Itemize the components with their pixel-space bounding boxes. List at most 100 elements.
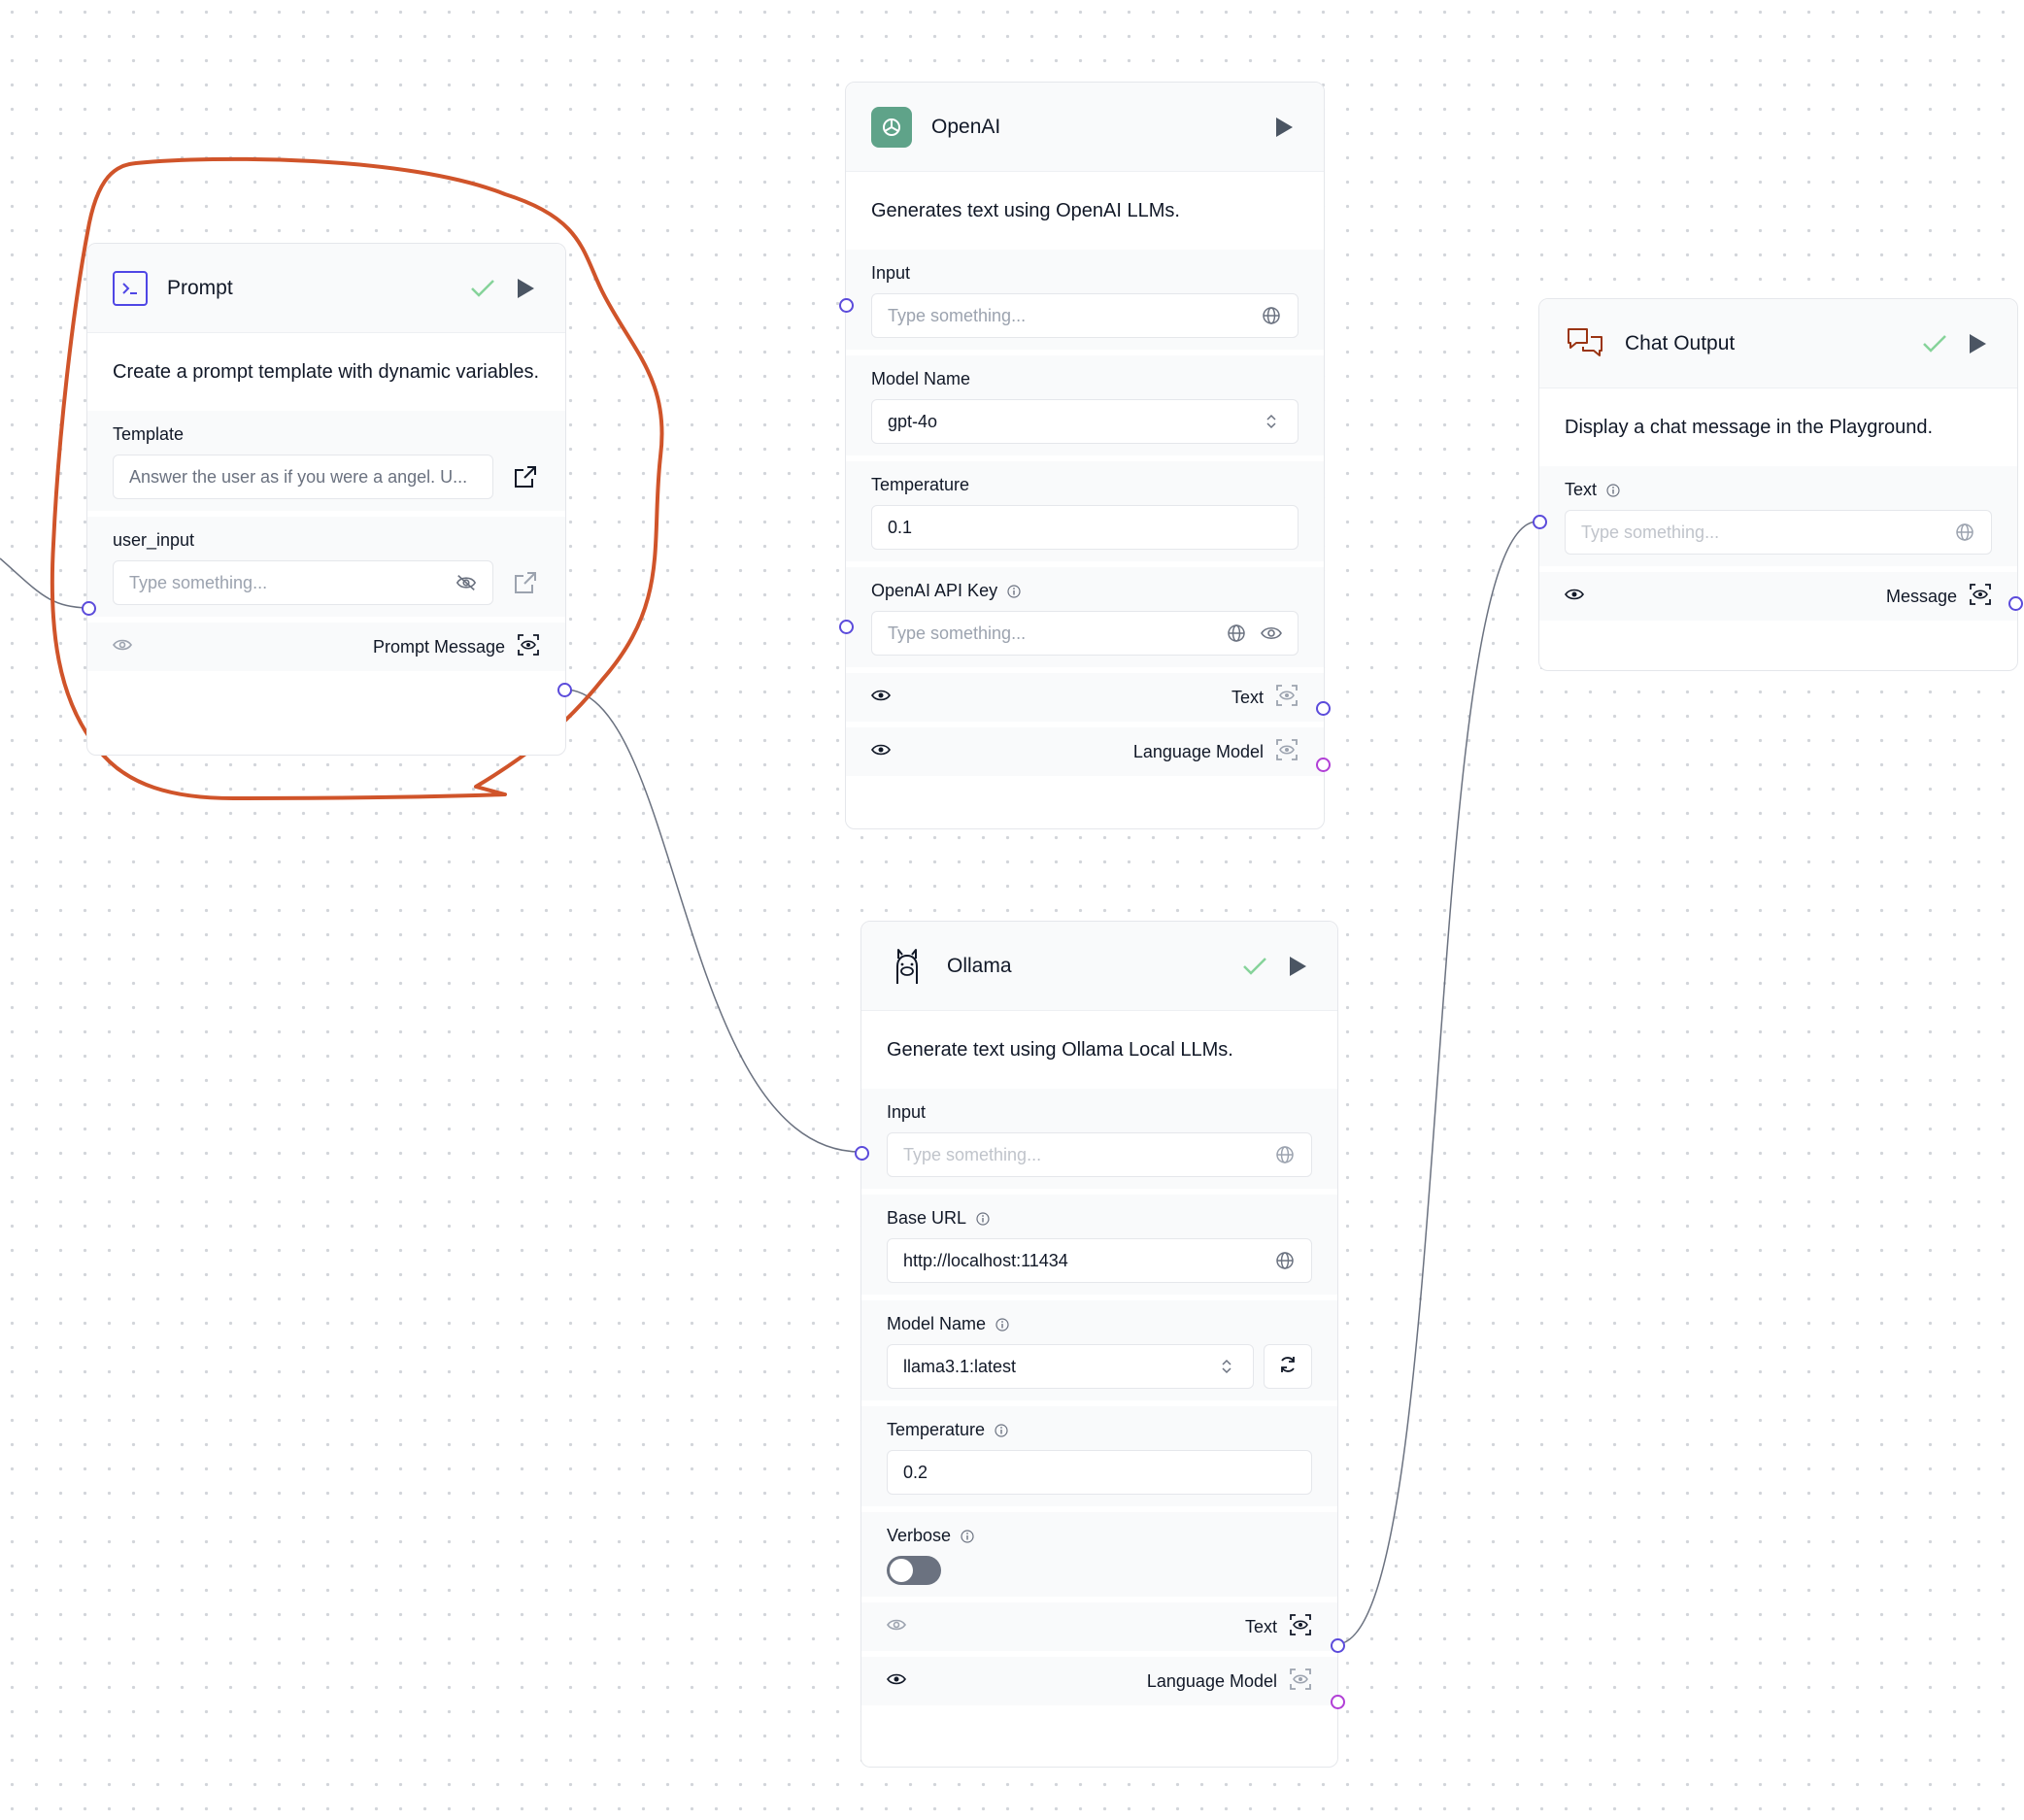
info-icon[interactable] xyxy=(976,1211,990,1226)
chat-bubbles-icon xyxy=(1565,323,1605,364)
globe-icon[interactable] xyxy=(1226,623,1247,644)
temperature-value: 0.1 xyxy=(888,517,913,537)
field-label: user_input xyxy=(113,530,195,550)
api-key-field: OpenAI API Key Type something... xyxy=(846,567,1324,667)
field-label: OpenAI API Key xyxy=(871,581,998,600)
eye-icon[interactable] xyxy=(887,1618,906,1636)
chat-output-node-header[interactable]: Chat Output xyxy=(1539,299,2017,388)
field-label-row: OpenAI API Key xyxy=(871,581,1299,601)
globe-icon[interactable] xyxy=(1274,1144,1296,1165)
user-input-placeholder: Type something... xyxy=(129,572,268,592)
field-label: Input xyxy=(871,263,911,283)
user-input-handle[interactable] xyxy=(82,601,96,616)
info-icon[interactable] xyxy=(995,1317,1009,1331)
model-name-select[interactable]: llama3.1:latest xyxy=(887,1344,1254,1389)
eye-icon[interactable] xyxy=(871,743,891,761)
check-icon xyxy=(468,274,497,303)
input-placeholder: Type something... xyxy=(903,1144,1042,1164)
llama-icon xyxy=(887,946,928,987)
template-field: Template Answer the user as if you were … xyxy=(87,411,565,511)
edge-prompt-to-ollama xyxy=(563,689,861,1153)
field-label-row: Base URL xyxy=(887,1208,1312,1229)
node-title: Chat Output xyxy=(1625,331,1736,354)
external-link-icon[interactable] xyxy=(511,568,540,597)
eye-icon[interactable] xyxy=(113,638,132,657)
openai-api-key-handle[interactable] xyxy=(839,620,854,634)
api-key-input[interactable]: Type something... xyxy=(871,611,1299,656)
info-icon[interactable] xyxy=(1606,483,1620,497)
model-name-field: Model Name llama3.1:latest xyxy=(861,1300,1337,1400)
base-url-input[interactable]: http://localhost:11434 xyxy=(887,1238,1312,1283)
chat-output-message-handle[interactable] xyxy=(2008,596,2023,611)
eye-icon[interactable] xyxy=(871,689,891,707)
openai-icon xyxy=(871,106,912,148)
model-name-select[interactable]: gpt-4o xyxy=(871,399,1299,444)
openai-node-header[interactable]: OpenAI xyxy=(846,83,1324,172)
globe-icon[interactable] xyxy=(1261,305,1282,326)
scan-eye-icon[interactable] xyxy=(1275,684,1299,712)
scan-eye-icon[interactable] xyxy=(1289,1613,1312,1641)
output-label: Prompt Message xyxy=(372,636,505,657)
check-icon xyxy=(1240,952,1269,981)
globe-icon[interactable] xyxy=(1954,522,1975,543)
play-button[interactable] xyxy=(1283,952,1312,981)
info-icon[interactable] xyxy=(995,1423,1008,1437)
text-output: Text xyxy=(846,673,1324,722)
openai-node[interactable]: OpenAI Generates text using OpenAI LLMs.… xyxy=(845,82,1325,829)
ollama-input-handle[interactable] xyxy=(855,1146,869,1161)
scan-eye-icon[interactable] xyxy=(517,633,540,661)
external-link-icon[interactable] xyxy=(511,462,540,491)
info-icon[interactable] xyxy=(961,1529,974,1543)
output-label: Message xyxy=(1885,586,1957,606)
refresh-button[interactable] xyxy=(1264,1344,1312,1389)
scan-eye-icon[interactable] xyxy=(1969,583,1992,611)
user-input[interactable]: Type something... xyxy=(113,560,493,605)
prompt-node[interactable]: Prompt Create a prompt template with dyn… xyxy=(86,243,566,756)
eye-off-icon[interactable] xyxy=(455,572,477,593)
prompt-node-header[interactable]: Prompt xyxy=(87,244,565,333)
input-field: Input Type something... xyxy=(861,1089,1337,1189)
text-placeholder: Type something... xyxy=(1581,522,1720,542)
field-label: Temperature xyxy=(887,1420,986,1439)
play-button[interactable] xyxy=(1963,329,1992,358)
text-field: Text Type something... xyxy=(1539,466,2017,566)
temperature-input[interactable]: 0.2 xyxy=(887,1450,1312,1495)
check-icon xyxy=(1920,329,1949,358)
chat-output-node[interactable]: Chat Output Display a chat message in th… xyxy=(1538,298,2018,671)
eye-icon[interactable] xyxy=(1565,588,1584,606)
chevron-up-down-icon xyxy=(1261,411,1282,432)
refresh-icon xyxy=(1278,1355,1298,1379)
message-output: Message xyxy=(1539,572,2017,621)
node-title: Prompt xyxy=(167,276,233,299)
input-placeholder: Type something... xyxy=(888,305,1027,325)
verbose-toggle[interactable] xyxy=(887,1556,941,1585)
play-button[interactable] xyxy=(1269,113,1299,142)
eye-icon[interactable] xyxy=(1261,623,1282,644)
openai-input-handle[interactable] xyxy=(839,298,854,313)
scan-eye-icon[interactable] xyxy=(1275,738,1299,766)
input-field: Input Type something... xyxy=(846,250,1324,350)
output-label: Language Model xyxy=(1146,1670,1277,1691)
text-input[interactable]: Type something... xyxy=(1565,510,1992,555)
openai-text-output-handle[interactable] xyxy=(1316,701,1331,716)
globe-icon[interactable] xyxy=(1274,1250,1296,1271)
ollama-language-model-output-handle[interactable] xyxy=(1331,1695,1345,1709)
field-label: Text xyxy=(1565,480,1598,499)
prompt-message-output-handle[interactable] xyxy=(557,683,572,697)
input-input[interactable]: Type something... xyxy=(871,293,1299,338)
field-label-row: Model Name xyxy=(887,1314,1312,1334)
eye-icon[interactable] xyxy=(887,1672,906,1691)
ollama-node-header[interactable]: Ollama xyxy=(861,922,1337,1011)
input-input[interactable]: Type something... xyxy=(887,1132,1312,1177)
ollama-node[interactable]: Ollama Generate text using Ollama Local … xyxy=(860,921,1338,1768)
temperature-input[interactable]: 0.1 xyxy=(871,505,1299,550)
template-input[interactable]: Answer the user as if you were a angel. … xyxy=(113,455,493,499)
api-key-placeholder: Type something... xyxy=(888,623,1027,643)
info-icon[interactable] xyxy=(1007,584,1021,598)
chat-output-text-handle[interactable] xyxy=(1533,515,1547,529)
play-button[interactable] xyxy=(511,274,540,303)
ollama-text-output-handle[interactable] xyxy=(1331,1638,1345,1653)
scan-eye-icon[interactable] xyxy=(1289,1668,1312,1696)
openai-language-model-output-handle[interactable] xyxy=(1316,758,1331,772)
field-label: Verbose xyxy=(887,1526,952,1545)
